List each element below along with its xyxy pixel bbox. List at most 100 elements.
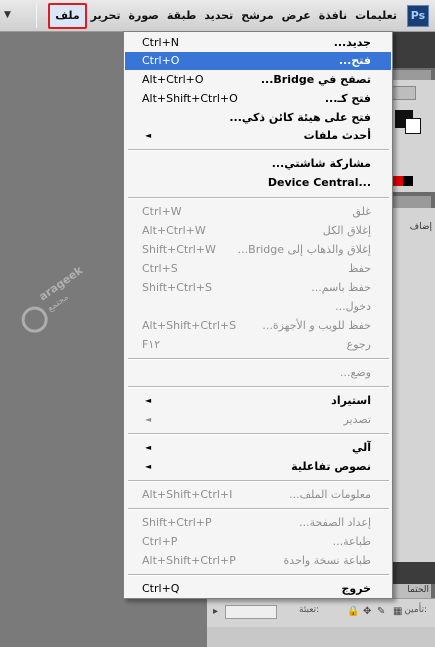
shortcut: Alt+Ctrl+O bbox=[142, 73, 204, 86]
menu-filter[interactable]: مرشح bbox=[237, 5, 277, 27]
menu-item-place[interactable]: وضع... bbox=[125, 364, 391, 382]
menu-item-print-one-copy[interactable]: Alt+Shift+Ctrl+P طباعة نسخة واحدة bbox=[125, 552, 391, 570]
fill-input[interactable] bbox=[225, 605, 277, 619]
panel-dock-gap bbox=[389, 562, 435, 584]
menu-item-revert[interactable]: F١٢ رجوع bbox=[125, 336, 391, 354]
menu-separator bbox=[128, 386, 389, 388]
menu-window[interactable]: نافذة bbox=[315, 5, 351, 27]
shortcut: Alt+Shift+Ctrl+S bbox=[142, 319, 237, 332]
background-swatch[interactable] bbox=[405, 118, 421, 134]
menu-item-print[interactable]: Ctrl+P طباعة... bbox=[125, 533, 391, 551]
shortcut: Ctrl+Q bbox=[142, 582, 180, 595]
menu-item-label: وضع... bbox=[340, 366, 371, 379]
menu-item-save-for-web-and-devices[interactable]: Alt+Shift+Ctrl+S حفظ للويب و الأجهزة... bbox=[125, 317, 391, 335]
menu-item-label: طباعة نسخة واحدة bbox=[283, 554, 371, 567]
lock-all-icon[interactable]: 🔒 bbox=[347, 606, 359, 617]
menu-item-label: آلي bbox=[351, 441, 371, 454]
submenu-arrow-icon: ◄ bbox=[145, 396, 152, 405]
menu-item-label: معلومات الملف... bbox=[289, 488, 371, 501]
layers-tab[interactable]: الحتما bbox=[391, 584, 431, 598]
menu-item-label: Device Central... bbox=[267, 176, 371, 189]
menu-item-device-central[interactable]: Device Central... bbox=[125, 174, 391, 192]
menu-item-save-as[interactable]: Shift+Ctrl+S حفظ باسم... bbox=[125, 279, 391, 297]
menu-item-file-info[interactable]: Alt+Shift+Ctrl+I معلومات الملف... bbox=[125, 486, 391, 504]
menubar-divider bbox=[36, 4, 37, 28]
shortcut: Ctrl+N bbox=[142, 36, 180, 49]
watermark: arageek مجتمع bbox=[0, 243, 110, 352]
menu-item-label: جديد... bbox=[333, 36, 371, 49]
menu-item-page-setup[interactable]: Shift+Ctrl+P إعداد الصفحة... bbox=[125, 514, 391, 532]
menu-item-label: إغلاق الكل bbox=[322, 224, 371, 237]
lock-position-icon[interactable]: ✥ bbox=[363, 606, 371, 617]
menu-item-open-as-smart-object[interactable]: فتح على هيئة كائن ذكي... bbox=[125, 109, 391, 127]
lock-label: تأمين: bbox=[404, 605, 427, 615]
black-swatch[interactable] bbox=[403, 176, 413, 186]
shortcut: Ctrl+S bbox=[142, 262, 178, 275]
menu-separator bbox=[128, 358, 389, 360]
menu-item-label: حفظ للويب و الأجهزة... bbox=[262, 319, 371, 332]
menu-item-browse-in-bridge[interactable]: Alt+Ctrl+O تصفح في Bridge... bbox=[125, 71, 391, 89]
menu-file[interactable]: ملف bbox=[48, 3, 87, 29]
shortcut: Alt+Shift+Ctrl+P bbox=[142, 554, 236, 567]
color-panel bbox=[389, 80, 435, 192]
menu-item-import[interactable]: ◄ استيراد bbox=[125, 392, 391, 410]
menu-item-label: نصوص تفاعلية bbox=[291, 460, 371, 473]
menu-separator bbox=[128, 480, 389, 482]
menu-item-open-recent[interactable]: ◄ أحدث ملفات bbox=[125, 127, 391, 145]
menu-image[interactable]: صورة bbox=[125, 5, 163, 27]
photoshop-logo[interactable]: Ps bbox=[407, 5, 429, 27]
lock-pixels-icon[interactable]: ✎ bbox=[377, 606, 385, 617]
menu-item-label: غلق bbox=[352, 205, 371, 218]
right-panel-dock: إضاف الحتما bbox=[389, 32, 435, 646]
add-label: إضاف bbox=[409, 222, 432, 232]
menu-bar: ▼ ملف تحرير صورة طبقة تحديد مرشح عرض ناف… bbox=[0, 0, 435, 32]
menu-item-label: رجوع bbox=[346, 338, 371, 351]
layers-label: الحتما bbox=[407, 585, 429, 595]
menu-item-open[interactable]: Ctrl+O فتح... bbox=[125, 52, 391, 70]
menu-item-new[interactable]: Ctrl+N جديد... bbox=[125, 34, 391, 52]
menu-item-label: تصفح في Bridge... bbox=[260, 73, 371, 86]
menu-item-export[interactable]: ◄ تصدير bbox=[125, 411, 391, 429]
layers-list-area bbox=[207, 627, 435, 647]
shortcut: Alt+Shift+Ctrl+I bbox=[142, 488, 233, 501]
menu-item-label: دخول... bbox=[335, 300, 371, 313]
file-menu-dropdown: Ctrl+N جديد... Ctrl+O فتح... Alt+Ctrl+O … bbox=[123, 31, 393, 599]
menu-item-label: تصدير bbox=[343, 413, 371, 426]
menu-view[interactable]: عرض bbox=[278, 5, 315, 27]
menu-separator bbox=[128, 149, 389, 151]
fill-dropdown-icon[interactable]: ▸ bbox=[213, 606, 218, 617]
menu-help[interactable]: تعليمات bbox=[351, 5, 401, 27]
menu-separator bbox=[128, 508, 389, 510]
shortcut: Shift+Ctrl+S bbox=[142, 281, 212, 294]
menu-item-close[interactable]: Ctrl+W غلق bbox=[125, 203, 391, 221]
menu-item-label: فتح كـ... bbox=[324, 92, 371, 105]
menu-item-scripts[interactable]: ◄ نصوص تفاعلية bbox=[125, 458, 391, 476]
menu-edit[interactable]: تحرير bbox=[87, 5, 125, 27]
workspace-dropdown-icon[interactable]: ▼ bbox=[4, 10, 11, 20]
menu-item-check-in[interactable]: دخول... bbox=[125, 298, 391, 316]
panel-header-button[interactable] bbox=[392, 86, 416, 100]
menu-item-automate[interactable]: ◄ آلي bbox=[125, 439, 391, 457]
menu-item-label: حفظ باسم... bbox=[311, 281, 371, 294]
menu-item-exit[interactable]: Ctrl+Q خروج bbox=[125, 580, 391, 598]
menu-select[interactable]: تحديد bbox=[200, 5, 237, 27]
menu-item-share-my-screen[interactable]: مشاركة شاشتي... bbox=[125, 155, 391, 173]
panel-tab-bar[interactable] bbox=[391, 70, 431, 80]
menu-layer[interactable]: طبقة bbox=[163, 5, 200, 27]
menu-item-label: طباعة... bbox=[332, 535, 371, 548]
menu-item-open-as[interactable]: Alt+Shift+Ctrl+O فتح كـ... bbox=[125, 90, 391, 108]
shortcut: Shift+Ctrl+W bbox=[142, 243, 216, 256]
panel-dock-top bbox=[389, 32, 435, 68]
panel-tab-bar-2[interactable] bbox=[391, 196, 431, 208]
shortcut: Shift+Ctrl+P bbox=[142, 516, 212, 529]
menu-item-close-and-go-to-bridge[interactable]: Shift+Ctrl+W إغلاق والذهاب إلى Bridge... bbox=[125, 241, 391, 259]
submenu-arrow-icon: ◄ bbox=[145, 462, 152, 471]
submenu-arrow-icon: ◄ bbox=[145, 443, 152, 452]
menu-item-close-all[interactable]: Alt+Ctrl+W إغلاق الكل bbox=[125, 222, 391, 240]
menu-separator bbox=[128, 574, 389, 576]
menu-separator bbox=[128, 197, 389, 199]
red-swatch[interactable] bbox=[393, 176, 403, 186]
menu-item-save[interactable]: Ctrl+S حفظ bbox=[125, 260, 391, 278]
fill-label: تعبئة: bbox=[299, 605, 320, 615]
lock-transparent-icon[interactable]: ▦ bbox=[393, 606, 402, 617]
